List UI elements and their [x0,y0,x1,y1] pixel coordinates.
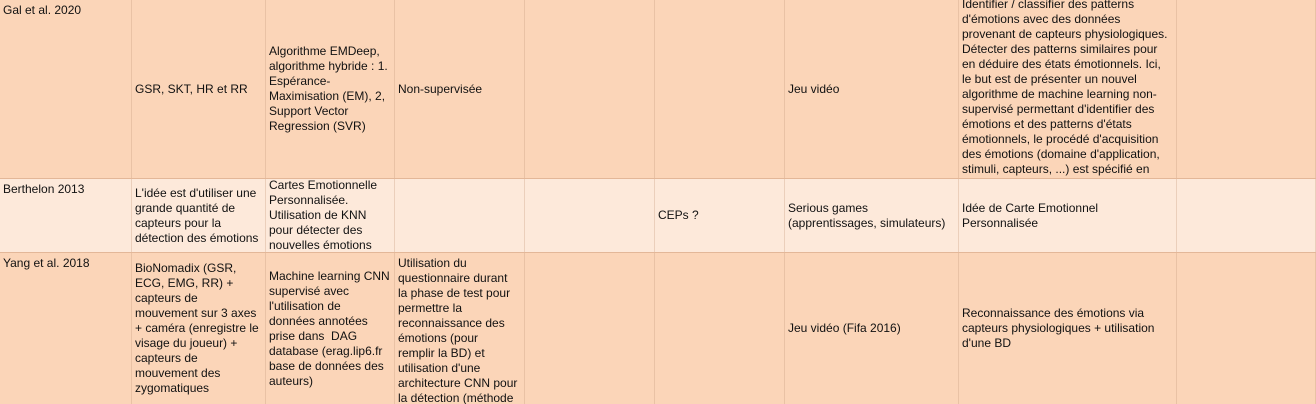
cell-empty[interactable] [525,253,655,404]
cell-context[interactable]: Jeu vidéo (Fifa 2016) [785,253,959,404]
cell-empty[interactable] [525,0,655,178]
table-row[interactable]: Berthelon 2013 L'idée est d'utiliser une… [0,179,1316,253]
cell-sensors-text: GSR, SKT, HR et RR [135,81,248,96]
cell-extra[interactable] [1177,253,1316,404]
cell-method-text: Machine learning CNN supervisé avec l'ut… [269,268,390,388]
cell-cep[interactable] [655,0,785,178]
cell-extra[interactable] [1177,0,1316,178]
cell-objective-text: Idée de Carte Emotionnel Personnalisée [962,200,1099,230]
cell-extra[interactable] [1177,179,1316,252]
cell-supervision-text: Non-supervisée [398,81,483,96]
cell-supervision-text: Utilisation du questionnaire durant la p… [398,256,518,404]
cell-context-text: Serious games (apprentissages, simulateu… [788,200,946,230]
table-row[interactable]: Yang et al. 2018 BioNomadix (GSR, ECG, E… [0,253,1316,404]
cell-author[interactable]: Berthelon 2013 [0,179,132,252]
cell-context[interactable]: Jeu vidéo [785,0,959,178]
cell-method-text: Cartes Emotionnelle Personnalisée. Utili… [269,179,378,252]
spreadsheet-grid: Gal et al. 2020 GSR, SKT, HR et RR Algor… [0,0,1316,404]
cell-cep[interactable] [655,253,785,404]
cell-objective[interactable]: Reconnaissance des émotions via capteurs… [959,253,1177,404]
cell-method-text: Algorithme EMDeep, algorithme hybride : … [269,44,388,133]
cell-objective[interactable]: Identifier / classifier des patterns d'é… [959,0,1177,178]
cell-cep[interactable]: CEPs ? [655,179,785,252]
cell-supervision[interactable]: Non-supervisée [395,0,525,178]
cell-method[interactable]: Cartes Emotionnelle Personnalisée. Utili… [266,179,395,252]
cell-author-text: Gal et al. 2020 [3,3,82,17]
cell-method[interactable]: Machine learning CNN supervisé avec l'ut… [266,253,395,404]
cell-supervision[interactable] [395,179,525,252]
cell-sensors-text: BioNomadix (GSR, ECG, EMG, RR) + capteur… [135,261,259,395]
cell-supervision[interactable]: Utilisation du questionnaire durant la p… [395,253,525,404]
cell-objective-text: Identifier / classifier des patterns d'é… [962,0,1168,176]
cell-context-text: Jeu vidéo (Fifa 2016) [788,321,901,335]
cell-objective-text: Reconnaissance des émotions via capteurs… [962,306,1155,350]
cell-context-text: Jeu vidéo [788,81,840,96]
cell-author[interactable]: Gal et al. 2020 [0,0,132,178]
cell-sensors[interactable]: GSR, SKT, HR et RR [132,0,266,178]
table-row[interactable]: Gal et al. 2020 GSR, SKT, HR et RR Algor… [0,0,1316,179]
cell-author-text: Yang et al. 2018 [3,256,90,270]
cell-context[interactable]: Serious games (apprentissages, simulateu… [785,179,959,252]
cell-empty[interactable] [525,179,655,252]
cell-sensors[interactable]: L'idée est d'utiliser une grande quantit… [132,179,266,252]
cell-cep-text: CEPs ? [658,208,699,222]
cell-author[interactable]: Yang et al. 2018 [0,253,132,404]
cell-sensors-text: L'idée est d'utiliser une grande quantit… [135,185,259,245]
cell-objective[interactable]: Idée de Carte Emotionnel Personnalisée [959,179,1177,252]
cell-author-text: Berthelon 2013 [3,182,85,196]
cell-sensors[interactable]: BioNomadix (GSR, ECG, EMG, RR) + capteur… [132,253,266,404]
cell-method[interactable]: Algorithme EMDeep, algorithme hybride : … [266,0,395,178]
